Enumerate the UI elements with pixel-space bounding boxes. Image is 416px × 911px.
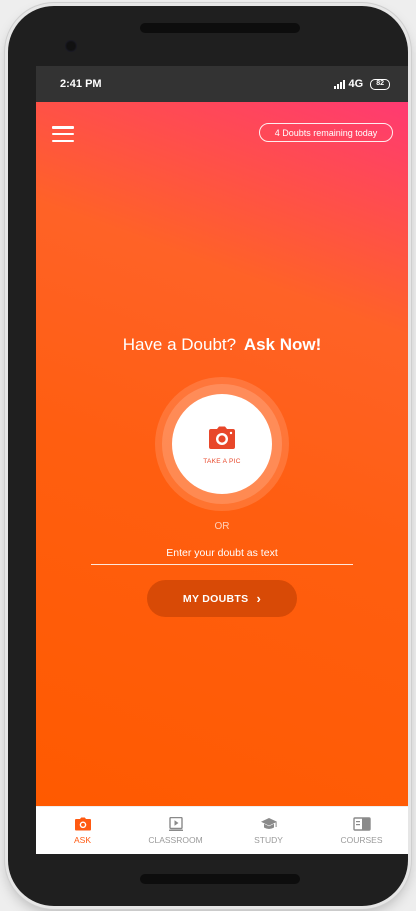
- headline-prefix: Have a Doubt?: [122, 335, 237, 354]
- nav-item-study[interactable]: STUDY: [222, 807, 315, 854]
- status-indicators: 4G 82: [333, 78, 390, 90]
- bottom-speaker: [140, 874, 300, 884]
- nav-item-courses[interactable]: COURSES: [315, 807, 408, 854]
- doubts-remaining-text: 4 Doubts remaining today: [274, 127, 378, 138]
- nav-item-ask[interactable]: ASK: [36, 807, 129, 854]
- phone-frame: 2:41 PM 4G 82 4 Doubts remaining today H…: [8, 6, 408, 906]
- bottom-nav: ASK CLASSROOM STUDY COURSES: [36, 806, 408, 854]
- status-time: 2:41 PM: [60, 78, 102, 90]
- doubt-text-input[interactable]: [91, 541, 353, 565]
- graduation-cap-icon: [260, 817, 277, 829]
- doubts-remaining-badge: 4 Doubts remaining today: [259, 123, 393, 142]
- screen: 2:41 PM 4G 82 4 Doubts remaining today H…: [36, 66, 408, 854]
- chevron-right-icon: ›: [256, 591, 262, 606]
- book-icon: [352, 816, 371, 831]
- nav-label-classroom: CLASSROOM: [148, 834, 203, 845]
- my-doubts-button[interactable]: MY DOUBTS ›: [147, 580, 297, 617]
- battery-icon: 82: [370, 78, 390, 90]
- take-pic-label: TAKE A PIC: [203, 457, 241, 465]
- nav-label-study: STUDY: [254, 834, 283, 845]
- camera-icon: [74, 817, 91, 830]
- front-camera: [65, 40, 77, 52]
- battery-level: 82: [376, 80, 384, 87]
- nav-label-ask: ASK: [73, 834, 91, 845]
- nav-item-classroom[interactable]: CLASSROOM: [129, 807, 222, 854]
- or-separator: OR: [214, 521, 230, 532]
- video-play-icon: [168, 816, 183, 831]
- headline-emphasis: Ask Now!: [243, 335, 322, 354]
- nav-label-courses: COURSES: [340, 834, 383, 845]
- status-bar: 2:41 PM 4G 82: [36, 66, 408, 102]
- take-pic-button[interactable]: TAKE A PIC: [172, 394, 272, 494]
- network-type: 4G: [348, 78, 364, 90]
- earpiece-speaker: [140, 23, 300, 33]
- signal-icon: [333, 79, 345, 89]
- hamburger-menu-icon[interactable]: [52, 126, 74, 142]
- camera-icon: [209, 426, 235, 449]
- ask-screen: 4 Doubts remaining today Have a Doubt? A…: [36, 102, 408, 806]
- headline: Have a Doubt? Ask Now!: [36, 335, 408, 355]
- my-doubts-label: MY DOUBTS: [182, 592, 249, 605]
